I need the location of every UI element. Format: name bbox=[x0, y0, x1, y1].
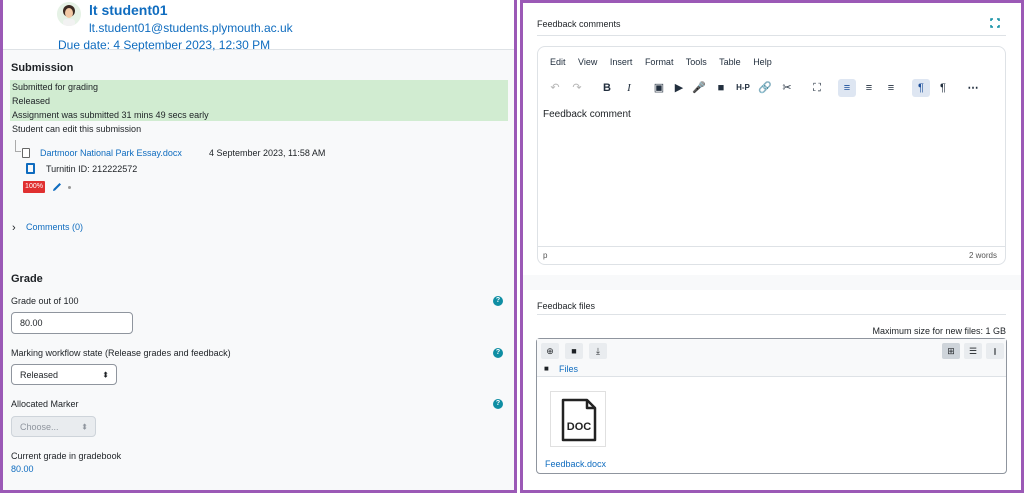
doc-file-tile[interactable]: DOC bbox=[550, 391, 606, 447]
help-icon[interactable]: ? bbox=[493, 296, 503, 306]
menu-view[interactable]: View bbox=[578, 57, 597, 67]
feedback-files-label: Feedback files bbox=[537, 301, 596, 311]
feedback-comments-label: Feedback comments bbox=[537, 19, 621, 29]
workflow-select[interactable]: Released ⬍ bbox=[11, 364, 117, 385]
turnitin-icon bbox=[26, 163, 35, 174]
marker-value: Choose... bbox=[20, 422, 59, 432]
rtl-icon[interactable]: ¶ bbox=[934, 79, 952, 97]
menu-format[interactable]: Format bbox=[645, 57, 674, 67]
menu-edit[interactable]: Edit bbox=[550, 57, 566, 67]
chevron-right-icon[interactable]: › bbox=[12, 222, 16, 234]
download-icon[interactable]: ⤓ bbox=[589, 343, 607, 359]
divider bbox=[537, 35, 1006, 36]
menu-insert[interactable]: Insert bbox=[610, 57, 633, 67]
unlink-icon[interactable]: ✂ bbox=[778, 79, 796, 97]
editor-path[interactable]: p bbox=[543, 251, 547, 260]
link-icon[interactable]: 🔗 bbox=[756, 79, 774, 97]
redo-icon[interactable]: ↷ bbox=[568, 79, 586, 97]
italic-icon[interactable]: I bbox=[620, 79, 638, 97]
folder-path[interactable]: Files bbox=[559, 364, 578, 374]
editor-content[interactable]: Feedback comment bbox=[543, 109, 631, 120]
feedback-editor[interactable]: Edit View Insert Format Tools Table Help… bbox=[537, 46, 1006, 265]
menu-table[interactable]: Table bbox=[719, 57, 741, 67]
marker-select: Choose... ⬍ bbox=[11, 416, 96, 437]
document-icon bbox=[22, 148, 30, 158]
grade-heading: Grade bbox=[11, 273, 43, 285]
list-view-icon[interactable]: ☰ bbox=[964, 343, 982, 359]
comments-link[interactable]: Comments (0) bbox=[26, 222, 83, 232]
workflow-value: Released bbox=[20, 370, 59, 380]
grid-view-icon[interactable]: ⊞ bbox=[942, 343, 960, 359]
student-email[interactable]: lt.student01@students.plymouth.ac.uk bbox=[89, 21, 293, 35]
due-date: Due date: 4 September 2023, 12:30 PM bbox=[58, 38, 271, 52]
max-file-size: Maximum size for new files: 1 GB bbox=[872, 326, 1006, 336]
file-manager-toolbar: ⊕ ■ ⤓ ⊞ ☰ ⫾ ■ Files bbox=[537, 339, 1006, 377]
submitted-file-link[interactable]: Dartmoor National Park Essay.docx bbox=[40, 148, 182, 158]
submitted-file-date: 4 September 2023, 11:58 AM bbox=[209, 148, 326, 158]
grade-label: Grade out of 100 bbox=[11, 296, 79, 306]
doc-badge: DOC bbox=[567, 421, 592, 433]
align-center-icon[interactable]: ≡ bbox=[860, 79, 878, 97]
tree-connector bbox=[15, 140, 21, 152]
add-file-icon[interactable]: ⊕ bbox=[541, 343, 559, 359]
turnitin-id: Turnitin ID: 212222572 bbox=[46, 164, 138, 174]
align-right-icon[interactable]: ≡ bbox=[882, 79, 900, 97]
divider bbox=[537, 314, 1006, 315]
pencil-icon[interactable] bbox=[51, 181, 63, 193]
create-folder-icon[interactable]: ■ bbox=[565, 343, 583, 359]
editor-statusbar: p 2 words bbox=[538, 246, 1005, 264]
menu-tools[interactable]: Tools bbox=[686, 57, 707, 67]
editor-menubar: Edit View Insert Format Tools Table Help bbox=[550, 57, 782, 67]
more-icon[interactable]: ⋯ bbox=[964, 79, 982, 97]
fullscreen-icon[interactable] bbox=[990, 18, 1000, 28]
select-caret-icon: ⬍ bbox=[102, 370, 109, 379]
student-name[interactable]: lt student01 bbox=[89, 2, 168, 18]
h5p-icon[interactable]: H-P bbox=[734, 79, 752, 97]
folder-icon: ■ bbox=[544, 364, 549, 373]
submission-status: Submitted for grading Released Assignmen… bbox=[10, 80, 508, 121]
align-left-icon[interactable]: ≡ bbox=[838, 79, 856, 97]
help-icon[interactable]: ? bbox=[493, 399, 503, 409]
status-dot bbox=[68, 186, 71, 189]
marker-label: Allocated Marker bbox=[11, 399, 79, 409]
submission-heading: Submission bbox=[11, 62, 74, 74]
bold-icon[interactable]: B bbox=[598, 79, 616, 97]
status-line: Submitted for grading bbox=[12, 82, 99, 92]
status-line: Assignment was submitted 31 mins 49 secs… bbox=[12, 110, 209, 120]
ltr-icon[interactable]: ¶ bbox=[912, 79, 930, 97]
image-icon[interactable]: ▣ bbox=[650, 79, 668, 97]
avatar bbox=[57, 2, 81, 26]
fullscreen-icon[interactable]: ⛶ bbox=[808, 79, 826, 97]
video-icon[interactable]: ■ bbox=[712, 79, 730, 97]
feedback-file-name[interactable]: Feedback.docx bbox=[545, 459, 606, 469]
grade-input[interactable]: 80.00 bbox=[11, 312, 133, 334]
undo-icon[interactable]: ↶ bbox=[546, 79, 564, 97]
status-line: Released bbox=[12, 96, 51, 106]
file-manager: ⊕ ■ ⤓ ⊞ ☰ ⫾ ■ Files DOC Feedback.docx bbox=[536, 338, 1007, 474]
editor-toolbar: ↶ ↷ B I ▣ ▶ 🎤 ■ H-P 🔗 ✂ ⛶ ≡ ≡ ≡ ¶ ¶ ⋯ bbox=[546, 79, 996, 97]
microphone-icon[interactable]: 🎤 bbox=[690, 79, 708, 97]
current-grade-label: Current grade in gradebook bbox=[11, 451, 122, 461]
current-grade-value[interactable]: 80.00 bbox=[11, 464, 34, 474]
tree-view-icon[interactable]: ⫾ bbox=[986, 343, 1004, 359]
help-icon[interactable]: ? bbox=[493, 348, 503, 358]
student-header: lt student01 lt.student01@students.plymo… bbox=[3, 0, 514, 52]
menu-help[interactable]: Help bbox=[753, 57, 772, 67]
edit-note: Student can edit this submission bbox=[12, 124, 142, 134]
select-caret-icon: ⬍ bbox=[81, 422, 88, 431]
similarity-badge[interactable]: 100% bbox=[23, 181, 45, 193]
workflow-label: Marking workflow state (Release grades a… bbox=[11, 348, 231, 358]
word-count: 2 words bbox=[968, 251, 997, 260]
media-icon[interactable]: ▶ bbox=[670, 79, 688, 97]
